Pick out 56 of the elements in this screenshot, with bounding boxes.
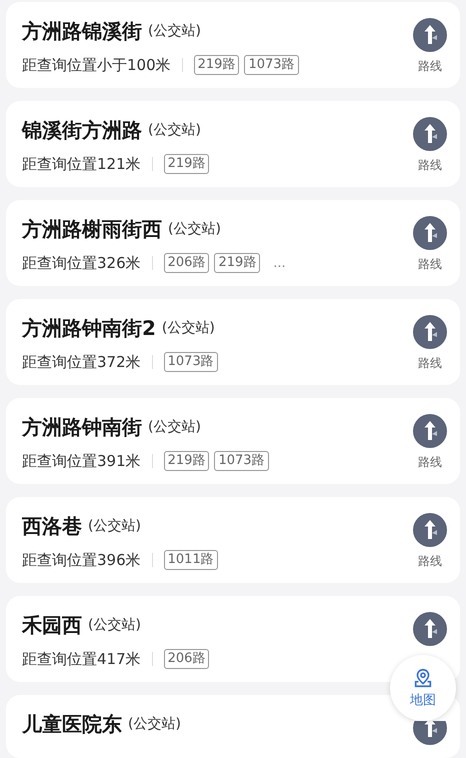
directions-icon[interactable]: [413, 513, 447, 548]
route-label[interactable]: 路线: [418, 553, 442, 570]
directions-icon[interactable]: [413, 612, 447, 646]
route-tag: 1011路: [164, 550, 218, 570]
station-card[interactable]: 方洲路钟南街 (公交站) 距查询位置391米 219路 1073路 路线: [6, 398, 460, 484]
station-card[interactable]: 方洲路锦溪街 (公交站) 距查询位置小于100米 219路 1073路 路线: [6, 2, 460, 88]
distance-text: 距查询位置326米: [22, 254, 141, 273]
directions-icon[interactable]: [413, 315, 447, 350]
station-type: (公交站): [162, 319, 215, 338]
station-card[interactable]: 方洲路钟南街2 (公交站) 距查询位置372米 1073路 路线: [6, 299, 460, 386]
station-name: 儿童医院东: [22, 710, 122, 738]
station-type: (公交站): [148, 121, 201, 140]
route-tag: 219路: [214, 253, 260, 274]
station-name: 禾园西: [22, 612, 82, 639]
station-name: 方洲路钟南街2: [22, 314, 156, 342]
station-card[interactable]: 锦溪街方洲路 (公交站) 距查询位置121米 219路 路线: [6, 101, 460, 188]
distance-text: 距查询位置417米: [22, 650, 141, 669]
station-name: 方洲路钟南街: [22, 414, 142, 441]
route-label[interactable]: 路线: [418, 355, 442, 372]
route-label[interactable]: 路线: [418, 454, 442, 472]
route-tag: 219路: [194, 55, 240, 75]
distance-text: 距查询位置121米: [22, 154, 141, 174]
station-name: 方洲路锦溪街: [22, 18, 142, 44]
station-type: (公交站): [168, 220, 221, 238]
route-tag: 1073路: [214, 451, 269, 472]
location-pin-icon: [412, 667, 434, 689]
distance-text: 距查询位置391米: [22, 452, 141, 471]
station-type: (公交站): [88, 616, 141, 634]
route-tag: 206路: [164, 649, 210, 670]
station-type: (公交站): [88, 517, 141, 536]
route-label[interactable]: 路线: [418, 256, 442, 274]
more-text: ...: [273, 256, 286, 271]
route-label[interactable]: 路线: [418, 157, 442, 174]
station-card[interactable]: 禾园西 (公交站) 距查询位置417米 206路: [6, 596, 460, 682]
distance-text: 距查询位置396米: [22, 550, 141, 570]
route-label[interactable]: 路线: [418, 58, 442, 75]
distance-text: 距查询位置372米: [22, 352, 141, 372]
directions-icon[interactable]: [413, 721, 447, 746]
directions-icon[interactable]: [413, 117, 447, 152]
route-tag: 206路: [164, 253, 210, 274]
station-type: (公交站): [148, 22, 201, 40]
directions-icon[interactable]: [413, 18, 447, 52]
directions-icon[interactable]: [413, 414, 447, 448]
route-tag: 219路: [164, 451, 210, 472]
station-type: (公交站): [148, 418, 201, 436]
route-tag: 1073路: [244, 55, 299, 75]
station-type: (公交站): [128, 715, 181, 734]
station-name: 锦溪街方洲路: [22, 116, 142, 144]
route-tag: 219路: [164, 154, 210, 174]
station-name: 方洲路榭雨街西: [22, 216, 162, 243]
station-name: 西洛巷: [22, 512, 82, 540]
station-card[interactable]: 西洛巷 (公交站) 距查询位置396米 1011路 路线: [6, 497, 460, 584]
distance-text: 距查询位置小于100米: [22, 56, 171, 74]
station-card[interactable]: 方洲路榭雨街西 (公交站) 距查询位置326米 206路 219路 ... 路线: [6, 200, 460, 286]
route-tag: 1073路: [164, 352, 218, 372]
directions-icon[interactable]: [413, 216, 447, 250]
